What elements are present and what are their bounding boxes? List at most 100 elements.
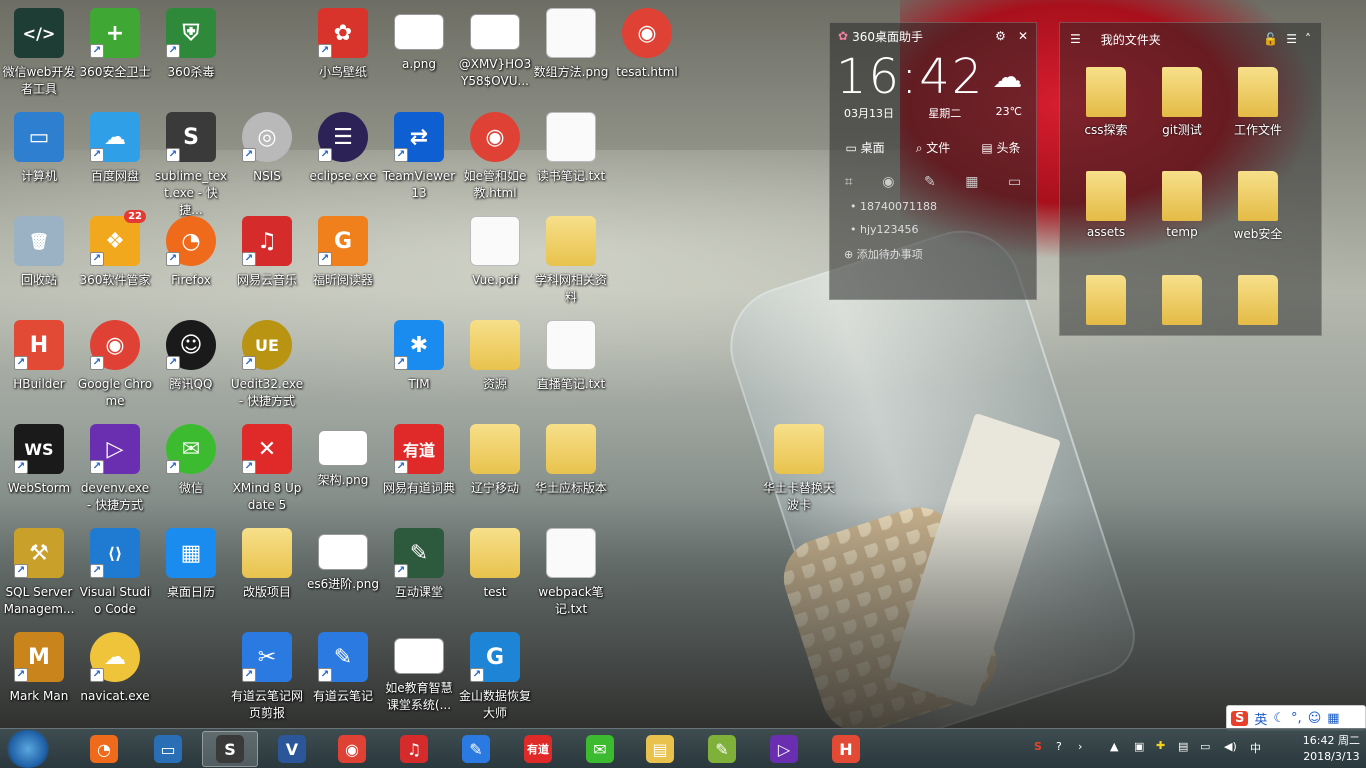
taskbar-wechat-button[interactable]: ✉ (572, 731, 628, 767)
todo-item[interactable]: • hjy123456 (830, 223, 1036, 236)
desktop-icon[interactable]: ⇄ ↗ TeamViewer 13 (381, 104, 457, 208)
start-button[interactable] (4, 730, 52, 768)
folder-item[interactable] (1222, 275, 1294, 335)
desktop-icon[interactable]: ◔ ↗ Firefox (153, 208, 229, 312)
add-todo-button[interactable]: ⊕ 添加待办事项 (830, 246, 1036, 262)
desktop-icon[interactable]: ✱ ↗ TIM (381, 312, 457, 416)
window-icon[interactable]: ▭ (1008, 174, 1021, 190)
360-tray-icon[interactable]: ✚ (1156, 739, 1165, 752)
desktop-icon[interactable]: a.png (381, 0, 457, 104)
clipboard-icon[interactable]: ▤ (1178, 740, 1188, 753)
punct-icon[interactable]: °, (1291, 711, 1302, 726)
desktop-icon[interactable]: 有道 ↗ 网易有道词典 (381, 416, 457, 520)
desktop-icon[interactable]: 架构.png (305, 416, 381, 520)
tab-files[interactable]: ⌕ 文件 (916, 139, 951, 156)
desktop-icon[interactable]: es6进阶.png (305, 520, 381, 624)
desktop-icon[interactable]: S ↗ sublime_text.exe - 快捷... (153, 104, 229, 217)
desktop-icon[interactable]: @XMV}HO3Y58$OVU... (457, 0, 533, 104)
todo-item[interactable]: • 18740071188 (830, 200, 1036, 213)
taskbar-remote-button[interactable]: ▭ (140, 731, 196, 767)
taskbar-firefox-button[interactable]: ◔ (76, 731, 132, 767)
desktop-icon[interactable]: 辽宁移动 (457, 416, 533, 520)
desktop-icon[interactable]: ⚒ ↗ SQL Server Managem... (1, 520, 77, 624)
desktop-icon[interactable]: ✂ ↗ 有道云笔记网页剪报 (229, 624, 305, 728)
eye-icon[interactable]: ◉ (882, 174, 894, 190)
sogou-tray-icon[interactable]: S (1034, 740, 1042, 753)
desktop-icon[interactable]: webpack笔记.txt (533, 520, 609, 624)
sogou-icon[interactable]: S (1231, 710, 1249, 726)
taskbar-chrome-button[interactable]: ◉ (324, 731, 380, 767)
folder-item[interactable] (1146, 275, 1218, 335)
desktop-icon[interactable]: ✎ ↗ 互动课堂 (381, 520, 457, 624)
menu-icon[interactable]: ☰ (1070, 32, 1081, 46)
desktop-icon[interactable]: ◉ 如e管和如e教.html (457, 104, 533, 208)
folder-item[interactable]: git测试 (1146, 67, 1218, 138)
desktop-icon[interactable]: 改版项目 (229, 520, 305, 624)
folder-item[interactable]: temp (1146, 171, 1218, 239)
folder-item[interactable]: assets (1070, 171, 1142, 239)
taskbar-explorer-button[interactable]: ▤ (632, 731, 688, 767)
desktop-icon[interactable]: ✎ ↗ 有道云笔记 (305, 624, 381, 728)
clock[interactable]: 16:42 周二 2018/3/13 (1303, 733, 1360, 765)
desktop-icon[interactable]: 华土卡替换天波卡 (761, 416, 837, 520)
desktop-icon[interactable]: ✉ ↗ 微信 (153, 416, 229, 520)
folder-item[interactable] (1070, 275, 1142, 335)
lock-icon[interactable]: 🔓 (1263, 32, 1278, 46)
desktop-icon[interactable]: 华土应标版本 (533, 416, 609, 520)
desktop-icon[interactable]: M ↗ Mark Man (1, 624, 77, 728)
chevron-up-icon[interactable]: ˄ (1305, 32, 1311, 46)
desktop-icon[interactable]: H ↗ HBuilder (1, 312, 77, 416)
desktop-icon[interactable]: G ↗ 金山数据恢复大师 (457, 624, 533, 728)
volume-icon[interactable]: ◀) (1224, 740, 1237, 753)
folder-window[interactable]: ☰ 我的文件夹 🔓 ☰ ˄ css探索 git测试 工作文件 assets temp we… (1059, 22, 1322, 336)
desktop-icon[interactable]: 直播笔记.txt (533, 312, 609, 416)
edit-icon[interactable]: ✎ (924, 174, 936, 190)
desktop-icon[interactable]: ✿ ↗ 小鸟壁纸 (305, 0, 381, 104)
desktop-icon[interactable]: ♫ ↗ 网易云音乐 (229, 208, 305, 312)
folder-item[interactable]: css探索 (1070, 67, 1142, 138)
help-icon[interactable]: ? (1056, 740, 1062, 753)
arrow-icon[interactable]: › (1078, 740, 1082, 753)
desktop-icon[interactable]: ▭ 计算机 (1, 104, 77, 208)
desktop-icon[interactable]: 学科网相关资料 (533, 208, 609, 312)
taskbar-youdao-note-button[interactable]: ✎ (448, 731, 504, 767)
taskbar-netease-music-button[interactable]: ♫ (386, 731, 442, 767)
taskbar-youdao-dict-button[interactable]: 有道 (510, 731, 566, 767)
desktop-icon[interactable]: G ↗ 福昕阅读器 (305, 208, 381, 312)
desktop-icon[interactable]: 🗑 回收站 (1, 208, 77, 312)
desktop-icon[interactable]: ☁ ↗ 百度网盘 (77, 104, 153, 208)
desktop-icon[interactable]: ❖ ↗ 22 360软件管家 (77, 208, 153, 312)
ime-mode[interactable]: 英 (1254, 709, 1267, 728)
calculator-icon[interactable]: ▦ (965, 174, 978, 190)
desktop-icon[interactable]: ▦ 桌面日历 (153, 520, 229, 624)
folder-item[interactable]: web安全 (1222, 171, 1294, 242)
taskbar-sublime-button[interactable]: S (202, 731, 258, 767)
smile-icon[interactable]: ☺ (1308, 711, 1322, 726)
settings-icon[interactable]: ⚙ (995, 29, 1006, 43)
desktop-icon[interactable]: ▷ ↗ devenv.exe - 快捷方式 (77, 416, 153, 520)
taskbar-word-button[interactable]: V (264, 731, 320, 767)
taskbar-hbuilder-button[interactable]: H (818, 731, 874, 767)
taskbar-visual-studio-button[interactable]: ▷ (756, 731, 812, 767)
crop-icon[interactable]: ⌗ (845, 174, 853, 190)
desktop-icon[interactable]: ☺ ↗ 腾讯QQ (153, 312, 229, 416)
desktop-icon[interactable]: 读书笔记.txt (533, 104, 609, 208)
desktop-icon[interactable]: ☰ ↗ eclipse.exe (305, 104, 381, 208)
desktop-assistant-widget[interactable]: ✿ 360桌面助手 ⚙ ✕ 16:42 ☁ 03月13日 星期二 23℃ ▭ 桌… (829, 22, 1037, 300)
taskbar-notepad++-button[interactable]: ✎ (694, 731, 750, 767)
desktop-icon[interactable]: test (457, 520, 533, 624)
desktop-icon[interactable]: </> 微信web开发者工具 (1, 0, 77, 104)
desktop-icon[interactable]: 资源 (457, 312, 533, 416)
folder-item[interactable]: 工作文件 (1222, 67, 1294, 138)
desktop-icon[interactable]: + ↗ 360安全卫士 (77, 0, 153, 104)
network-tray-icon[interactable]: ▣ (1134, 740, 1144, 753)
desktop-icon[interactable]: ◉ ↗ Google Chrome (77, 312, 153, 416)
desktop-icon[interactable]: 如e教育智慧课堂系统(... (381, 624, 457, 728)
grid-icon[interactable]: ▦ (1327, 711, 1339, 726)
desktop-icon[interactable]: 数组方法.png (533, 0, 609, 104)
desktop-icon[interactable]: ⛨ ↗ 360杀毒 (153, 0, 229, 104)
tab-news[interactable]: ▤ 头条 (981, 139, 1020, 156)
desktop-icon[interactable]: ✕ ↗ XMind 8 Update 5 (229, 416, 305, 520)
connection-icon[interactable]: ▭ (1200, 740, 1210, 753)
desktop-icon[interactable]: ⟨⟩ ↗ Visual Studio Code (77, 520, 153, 624)
